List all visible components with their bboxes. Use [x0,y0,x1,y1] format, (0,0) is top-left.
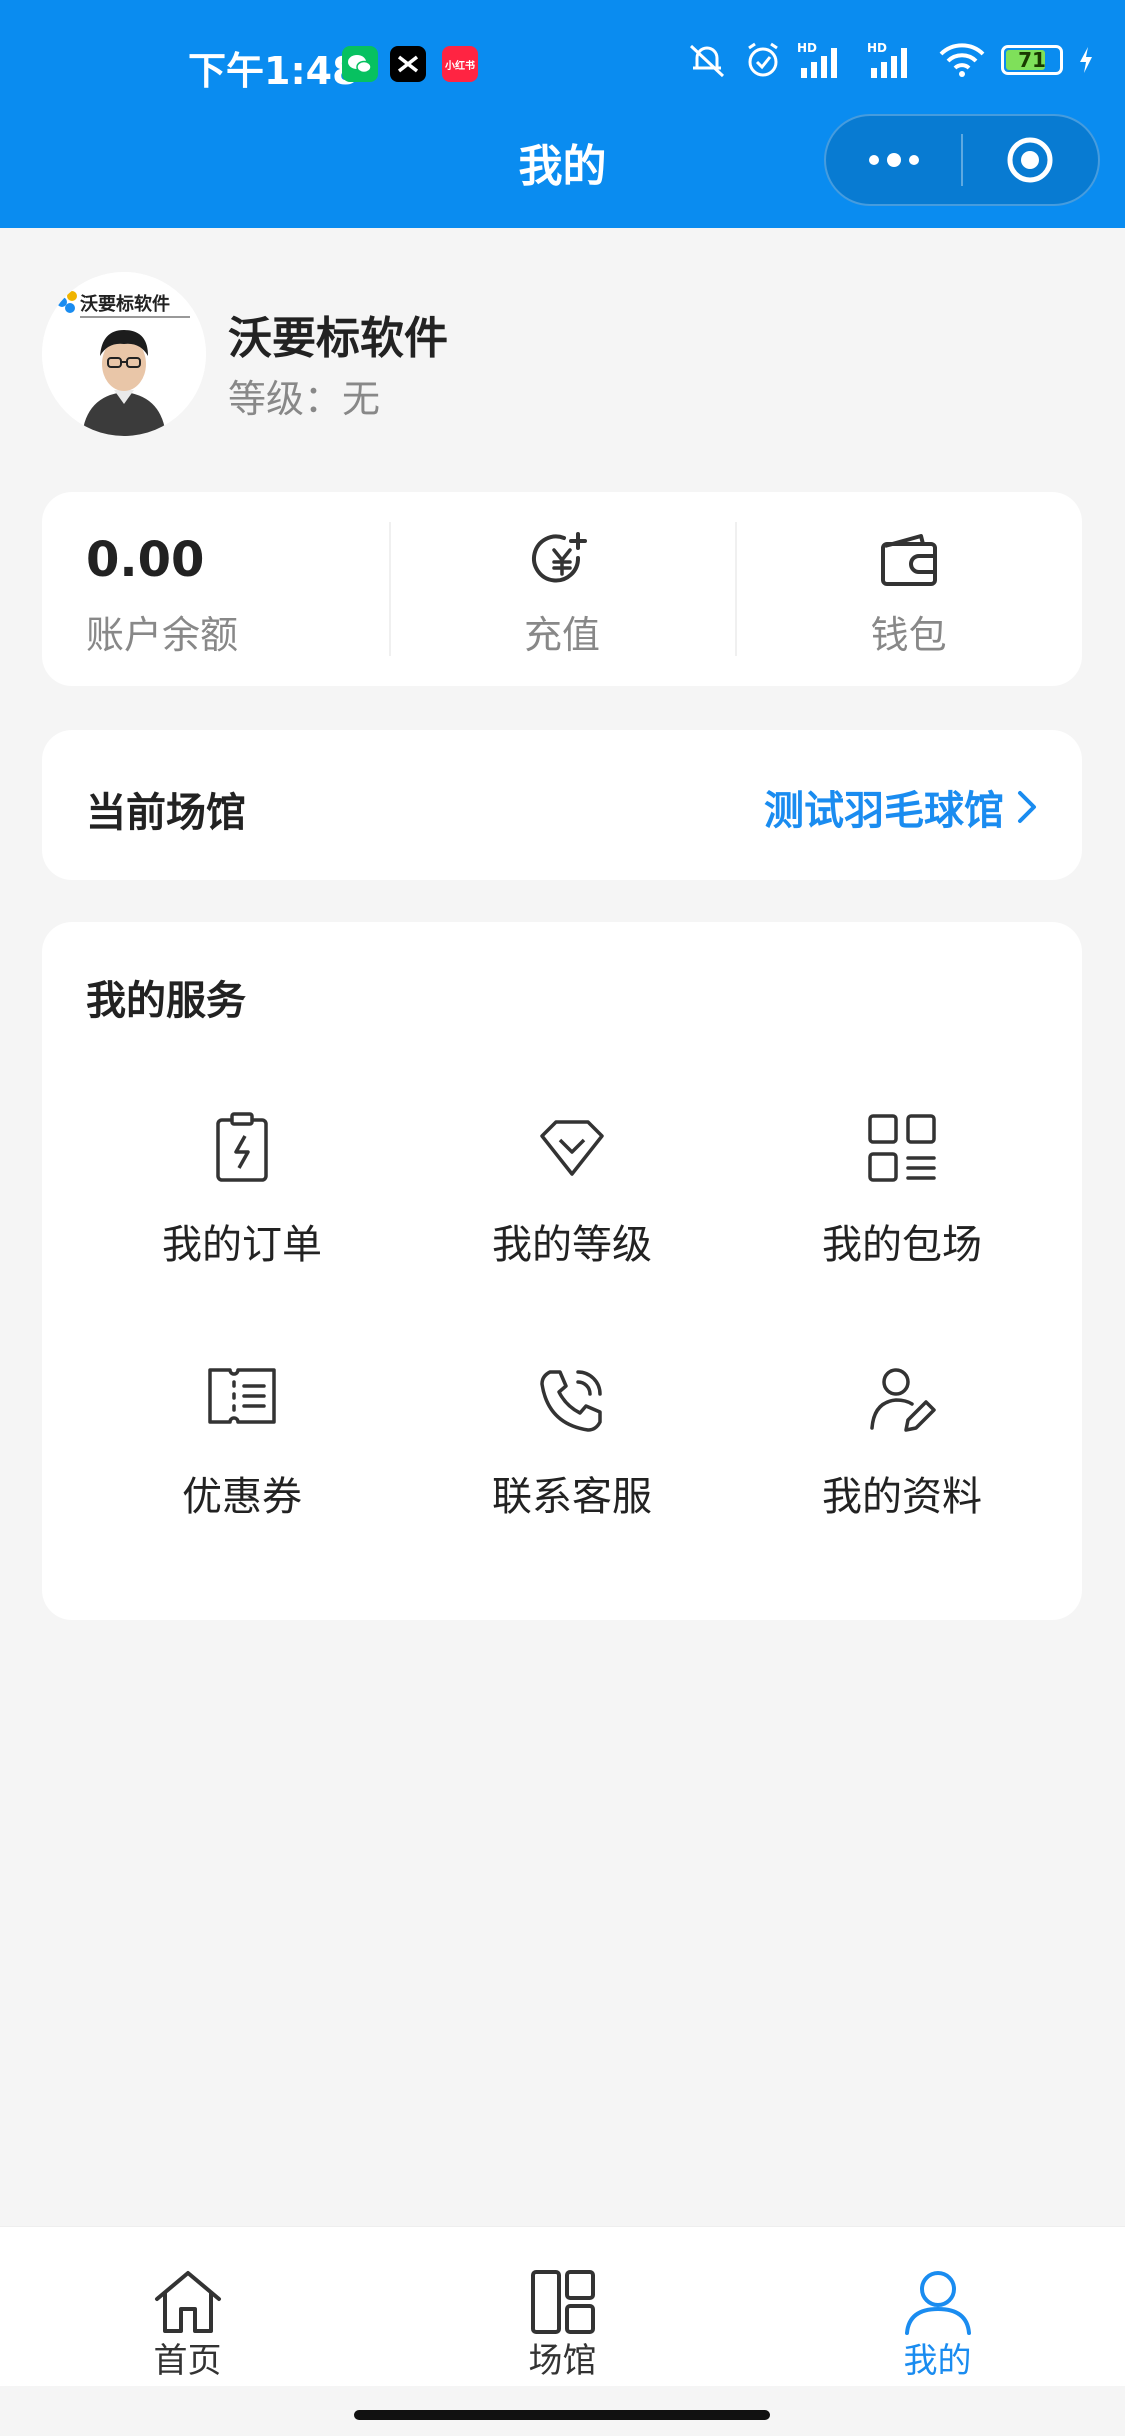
service-label: 优惠券 [182,1474,302,1520]
service-label: 联系客服 [492,1474,652,1520]
signal-hd-icon: HD [797,41,837,78]
avatar[interactable]: 沃要标软件 [42,272,206,436]
service-my-orders[interactable]: 我的订单 [77,1112,407,1332]
target-circle-icon [1007,137,1053,183]
tab-venue[interactable]: 场馆 [375,2227,750,2387]
user-edit-icon [870,1368,936,1432]
current-venue-card[interactable]: 当前场馆 测试羽毛球馆 [42,730,1082,880]
chevron-right-icon [1018,791,1036,823]
tab-label: 我的 [903,2341,972,2381]
diamond-icon [540,1120,604,1176]
bottom-tabbar: 首页 场馆 我的 [0,2226,1125,2386]
tab-mine[interactable]: 我的 [750,2227,1125,2387]
phone-call-icon [540,1370,602,1432]
more-button[interactable] [826,116,961,204]
status-time: 下午1:48 [188,49,359,93]
service-coupons[interactable]: 优惠券 [77,1364,407,1584]
home-indicator [354,2410,770,2420]
mini-program-capsule [824,114,1100,206]
current-venue-label: 当前场馆 [86,790,246,836]
recharge-button[interactable]: 充值 [388,492,736,686]
alarm-icon [748,42,778,77]
close-miniprogram-button[interactable] [963,116,1098,204]
wechat-icon [342,46,378,82]
current-venue-link[interactable]: 测试羽毛球馆 [764,778,1038,836]
mute-bell-icon [689,44,725,78]
services-title: 我的服务 [86,978,246,1024]
capcut-icon [390,46,426,82]
tab-label: 场馆 [528,2341,597,2381]
profile-section[interactable]: 沃要标软件 沃要标软件 等级：无 [42,272,1082,442]
balance-card: 0.00 账户余额 充值 钱包 [42,492,1082,686]
xiaohongshu-icon: 小红书 [442,46,478,82]
service-label: 我的资料 [822,1474,982,1520]
more-dots-icon [868,153,919,167]
venue-grid-icon [530,2270,595,2334]
wallet-icon [880,534,937,586]
user-level: 等级：无 [228,377,381,421]
wallet-button[interactable]: 钱包 [735,492,1082,686]
balance-amount: 0.00 [86,532,205,588]
service-label: 我的等级 [492,1222,652,1268]
service-label: 我的订单 [162,1222,322,1268]
service-my-booking[interactable]: 我的包场 [737,1112,1067,1332]
user-icon [904,2271,971,2335]
order-clipboard-icon [216,1112,268,1182]
service-my-profile[interactable]: 我的资料 [737,1364,1067,1584]
status-bar: 下午1:48 小红书 HD HD 71 [0,0,1125,120]
my-services-card: 我的服务 我的订单 我的等级 我的包场 优惠券 联系客服 我的资料 [42,922,1082,1620]
wallet-label: 钱包 [870,613,947,657]
svg-text:HD: HD [867,41,887,55]
service-label: 我的包场 [822,1222,982,1268]
status-icons: HD HD 71 [685,40,1095,80]
recharge-label: 充值 [524,613,601,657]
current-venue-name: 测试羽毛球馆 [764,788,1004,834]
service-my-level[interactable]: 我的等级 [407,1112,737,1332]
header-bar: 下午1:48 小红书 HD HD 71 我的 [0,0,1125,228]
charging-icon [1080,47,1092,73]
wifi-icon [939,43,985,77]
coupon-icon [208,1368,276,1424]
recharge-yen-icon [532,532,587,583]
signal-hd-icon-2: HD [867,41,907,78]
tab-label: 首页 [153,2341,222,2381]
balance-label: 账户余额 [86,613,239,657]
svg-text:HD: HD [797,41,817,55]
battery-icon: 71 [1001,45,1063,75]
grid-list-icon [868,1114,936,1182]
battery-level: 71 [1018,48,1046,72]
avatar-logo-text: 沃要标软件 [80,293,170,315]
user-name: 沃要标软件 [228,313,448,364]
service-contact-support[interactable]: 联系客服 [407,1364,737,1584]
tab-home[interactable]: 首页 [0,2227,375,2387]
account-balance[interactable]: 0.00 账户余额 [42,492,389,686]
home-icon [154,2271,221,2333]
